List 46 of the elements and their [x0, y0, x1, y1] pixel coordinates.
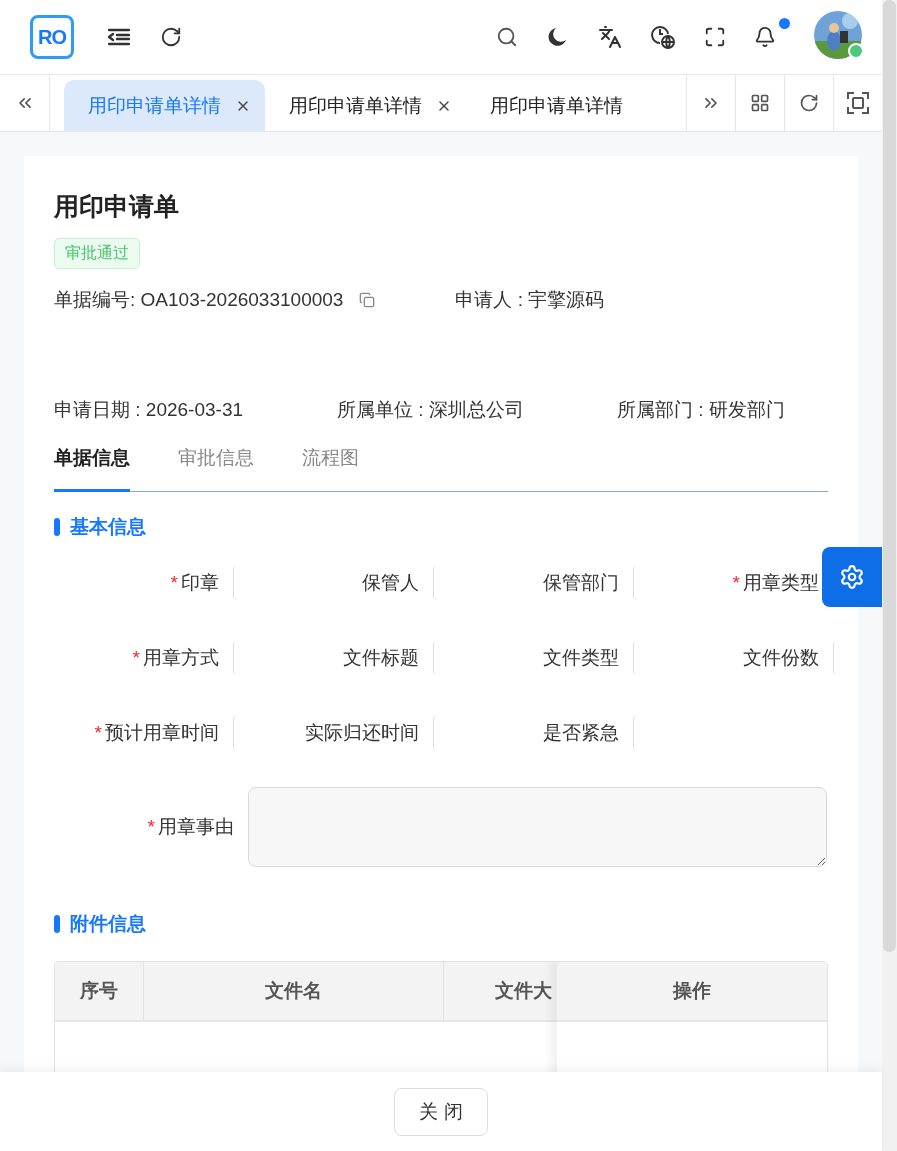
clock-globe-icon[interactable] [650, 24, 676, 50]
section-marker [54, 518, 60, 536]
field-label: 文件类型 [542, 645, 620, 670]
info-text: 申请日期 : 2026-03-31 [54, 398, 245, 422]
logo[interactable]: RO [30, 15, 74, 59]
field-label: *用章事由 [146, 815, 235, 839]
field-label: 保管人 [361, 570, 420, 595]
reason-field[interactable] [248, 787, 827, 867]
bell-icon[interactable] [754, 26, 776, 48]
section-marker [54, 915, 60, 933]
grid-icon [750, 93, 770, 113]
copy-icon[interactable] [359, 292, 376, 308]
close-button[interactable]: 关 闭 [394, 1087, 488, 1136]
settings-icon [839, 564, 865, 590]
field-label: *用章类型 [731, 570, 820, 595]
settings-button[interactable] [822, 547, 882, 607]
info-text: 所属部门 : 研发部门 [617, 398, 785, 422]
column-header: 文件名 [144, 962, 444, 1020]
section-title: 附件信息 [70, 912, 146, 936]
section-title: 基本信息 [70, 515, 146, 539]
search-icon[interactable] [496, 26, 518, 48]
column-header: 操作 [557, 962, 827, 1022]
info-text: 所属单位 : 深圳总公司 [337, 398, 525, 422]
field-label: *预计用章时间 [93, 720, 220, 745]
field-label: 文件标题 [342, 645, 420, 670]
status-tag: 审批通过 [54, 238, 140, 269]
translate-icon[interactable] [598, 25, 622, 49]
field-label: 保管部门 [542, 570, 620, 595]
menu-fold-icon[interactable] [108, 28, 130, 46]
refresh-icon[interactable] [160, 26, 182, 48]
detail-tab[interactable]: 单据信息 [54, 439, 130, 492]
scrollbar-thumb[interactable] [883, 0, 896, 952]
column-header: 序号 [55, 962, 144, 1020]
field-label: 实际归还时间 [304, 720, 420, 745]
fullscreen-icon[interactable] [704, 26, 726, 48]
field-label: 是否紧急 [542, 720, 620, 745]
detail-tab[interactable]: 审批信息 [178, 439, 254, 492]
detail-tab[interactable]: 流程图 [302, 439, 359, 492]
fullscreen-icon [847, 92, 869, 114]
field-label: *印章 [169, 570, 220, 595]
field-label: *用章方式 [131, 645, 220, 670]
field-label: 文件份数 [742, 645, 820, 670]
info-text: 单据编号: OA103-2026033100003 [54, 288, 344, 312]
refresh-icon [799, 93, 819, 113]
info-text: 申请人 : 宇擎源码 [455, 288, 605, 312]
document-title: 用印申请单 [54, 191, 180, 222]
